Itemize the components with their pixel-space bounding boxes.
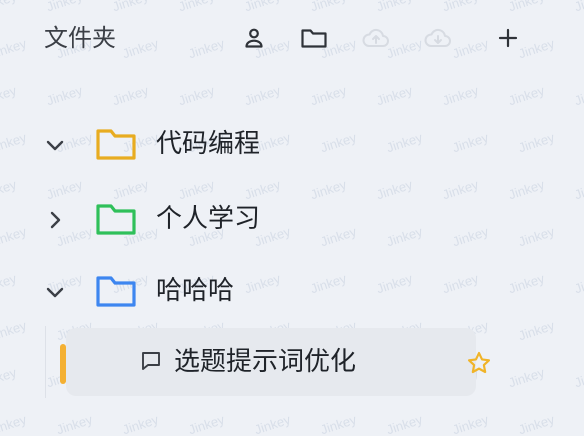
cloud-upload-icon xyxy=(362,28,389,47)
watermark-text: Jinkey xyxy=(0,317,29,344)
conversation-label: 选题提示词优化 xyxy=(174,347,357,377)
watermark-text: Jinkey xyxy=(0,364,19,391)
watermark-text: Jinkey xyxy=(110,82,151,109)
user-button[interactable] xyxy=(236,20,272,56)
folder-row[interactable]: 哈哈哈 xyxy=(0,263,584,319)
watermark-text: Jinkey xyxy=(384,411,425,436)
new-folder-button[interactable] xyxy=(296,20,332,56)
folder-row[interactable]: 代码编程 xyxy=(0,116,584,172)
chevron-down-icon[interactable] xyxy=(40,277,70,307)
watermark-text: Jinkey xyxy=(54,411,95,436)
watermark-text: Jinkey xyxy=(242,82,283,109)
watermark-text: Jinkey xyxy=(572,82,584,109)
chevron-right-icon[interactable] xyxy=(40,205,70,235)
chevron-down-icon[interactable] xyxy=(40,130,70,160)
watermark-text: Jinkey xyxy=(450,411,491,436)
folder-icon xyxy=(301,29,327,48)
user-icon xyxy=(245,28,263,48)
folder-label: 哈哈哈 xyxy=(156,276,235,306)
watermark-text: Jinkey xyxy=(516,411,557,436)
watermark-text: Jinkey xyxy=(0,411,29,436)
watermark-text: Jinkey xyxy=(44,82,85,109)
folder-icon xyxy=(95,126,137,166)
watermark-text: Jinkey xyxy=(120,411,161,436)
add-button[interactable] xyxy=(490,20,526,56)
cloud-download-icon xyxy=(424,28,451,47)
folder-row[interactable]: 个人学习 xyxy=(0,191,584,247)
watermark-text: Jinkey xyxy=(308,82,349,109)
plus-icon xyxy=(498,28,518,48)
watermark-text: Jinkey xyxy=(318,411,359,436)
panel-title: 文件夹 xyxy=(44,24,116,52)
watermark-text: Jinkey xyxy=(374,82,415,109)
watermark-text: Jinkey xyxy=(252,411,293,436)
watermark-text: Jinkey xyxy=(186,411,227,436)
watermark-text: Jinkey xyxy=(440,82,481,109)
watermark-text: Jinkey xyxy=(0,82,19,109)
cloud-download-button[interactable] xyxy=(420,20,456,56)
folder-panel-header: 文件夹 xyxy=(0,0,584,76)
chat-bubble-icon xyxy=(140,350,162,376)
folder-icon xyxy=(95,201,137,241)
tree-guide-line xyxy=(45,326,46,398)
folder-label: 代码编程 xyxy=(156,129,261,159)
conversation-item[interactable]: 选题提示词优化 xyxy=(66,328,491,396)
watermark-text: Jinkey xyxy=(572,364,584,391)
watermark-text: Jinkey xyxy=(506,82,547,109)
watermark-text: Jinkey xyxy=(506,364,547,391)
star-icon[interactable] xyxy=(466,350,492,380)
watermark-text: Jinkey xyxy=(176,82,217,109)
cloud-upload-button[interactable] xyxy=(358,20,394,56)
folder-label: 个人学习 xyxy=(156,204,261,234)
watermark-text: Jinkey xyxy=(516,317,557,344)
folder-icon xyxy=(95,273,137,313)
